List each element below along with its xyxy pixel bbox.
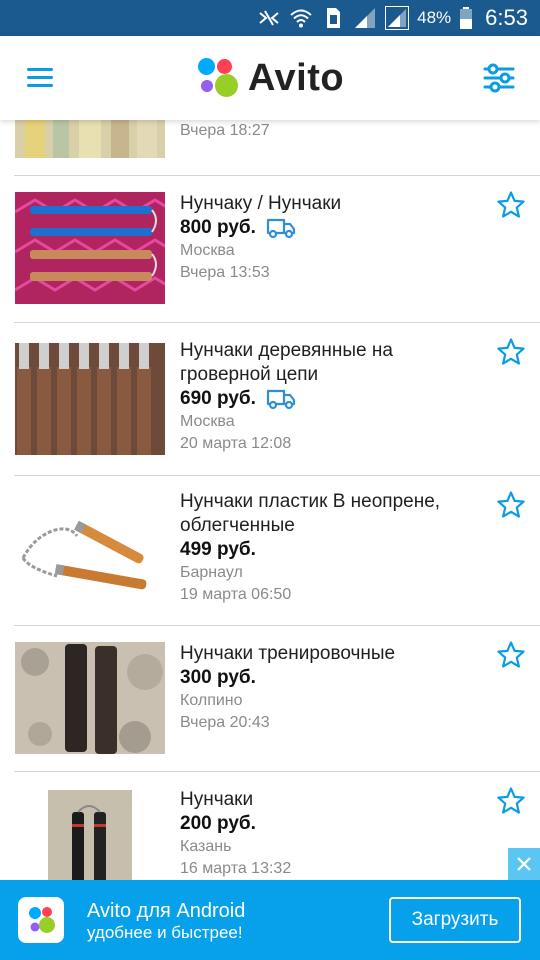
banner-text: Avito для Android удобнее и быстрее! [87,900,245,944]
listing-item[interactable]: Нунчаку / Нунчаки 800 руб. Москва Вчера … [0,176,540,323]
app-promo-banner[interactable]: Avito для Android удобнее и быстрее! Заг… [0,848,540,960]
price-row: 300 руб. [180,666,480,690]
hamburger-icon-line [27,76,53,79]
listing-item[interactable]: Нунчаки тренировочные 300 руб. Колпино В… [0,626,540,772]
close-icon [517,857,531,871]
listing-city: Барнаул [180,564,243,581]
close-banner-button[interactable] [508,848,540,880]
sliders-icon [483,63,515,93]
listing-item[interactable]: Нунчаки деревянные на гроверной цепи 690… [0,323,540,476]
favorite-star-icon[interactable] [496,190,526,220]
favorite-star-icon[interactable] [496,490,526,520]
listing-info: Нунчаки деревянные на гроверной цепи 690… [180,339,480,455]
price-row: 800 руб. [180,216,480,240]
filter-button[interactable] [482,62,516,94]
avito-app-icon [18,897,64,943]
banner-title: Avito для Android [87,900,246,922]
listing-price: 200 руб. [180,813,256,834]
listing-thumbnail[interactable] [15,192,165,304]
favorite-star-icon[interactable] [496,337,526,367]
signal-icon [355,8,376,28]
favorite-star-icon[interactable] [496,786,526,816]
logo-text: Avito [248,56,345,99]
listing-date: 16 марта 13:32 [180,860,292,877]
listing-thumbnail[interactable] [48,790,132,880]
listing-info: Нунчаки пластик В неопрене, облегченные … [180,490,480,606]
listing-item[interactable]: Нунчаки 200 руб. Казань 16 марта 13:32 [0,772,540,880]
price-row: 690 руб. [180,387,480,411]
app-bar: Avito [0,36,540,120]
battery-percent: 48% [417,8,452,27]
listing-title[interactable]: Нунчаки [180,788,480,812]
listing-title[interactable]: Нунчаки деревянные на гроверной цепи [180,339,480,387]
delivery-truck-icon [266,218,296,239]
listing-info: Нунчаки тренировочные 300 руб. Колпино В… [180,642,480,734]
avito-logo: Avito [196,56,344,100]
signal-icon [385,6,410,30]
listing-thumbnail[interactable] [15,120,165,158]
listing-title[interactable]: Нунчаки тренировочные [180,642,480,666]
hamburger-icon-line [27,84,53,87]
nfc-icon [259,10,279,26]
listing-date: 20 марта 12:08 [180,435,292,452]
listing-date: Вчера 13:53 [180,264,270,281]
listing-price: 499 руб. [180,539,256,560]
logo-dots-icon [196,56,240,100]
listing-item[interactable]: Вчера 18:27 [0,120,540,176]
status-bar: 48% 6:53 [0,0,540,36]
listing-price: 300 руб. [180,667,256,688]
listing-item[interactable]: Нунчаки пластик В неопрене, облегченные … [0,476,540,626]
battery-icon [460,7,473,29]
listing-info: Нунчаки 200 руб. Казань 16 марта 13:32 [180,788,480,880]
listing-date: 19 марта 06:50 [180,586,292,603]
listing-title[interactable]: Нунчаки пластик В неопрене, облегченные [180,490,480,538]
status-icons: 48% 6:53 [257,0,528,36]
listing-thumbnail[interactable] [15,642,165,754]
sim-icon [327,8,341,28]
clock: 6:53 [485,5,528,30]
delivery-truck-icon [266,389,296,410]
price-row: 200 руб. [180,812,480,836]
download-button[interactable]: Загрузить [389,897,521,943]
listing-feed[interactable]: Вчера 18:27 Нунчаку / Нунчаки 800 руб. М… [0,120,540,880]
listing-price: 690 руб. [180,388,256,409]
listing-info: Вчера 18:27 [180,120,480,142]
favorite-star-icon[interactable] [496,640,526,670]
listing-thumbnail[interactable] [15,343,165,455]
hamburger-icon [27,68,53,71]
listing-title[interactable]: Нунчаку / Нунчаки [180,192,480,216]
listing-date: Вчера 18:27 [180,122,270,139]
price-row: 499 руб. [180,538,480,562]
listing-date: Вчера 20:43 [180,714,270,731]
listing-city: Казань [180,838,232,855]
listing-city: Москва [180,413,235,430]
listing-city: Колпино [180,692,243,709]
listing-city: Москва [180,242,235,259]
listing-thumbnail[interactable] [15,496,165,608]
banner-subtitle: удобнее и быстрее! [87,923,243,942]
menu-button[interactable] [24,64,58,92]
listing-price: 800 руб. [180,217,256,238]
listing-info: Нунчаку / Нунчаки 800 руб. Москва Вчера … [180,192,480,284]
wifi-icon [290,9,312,28]
